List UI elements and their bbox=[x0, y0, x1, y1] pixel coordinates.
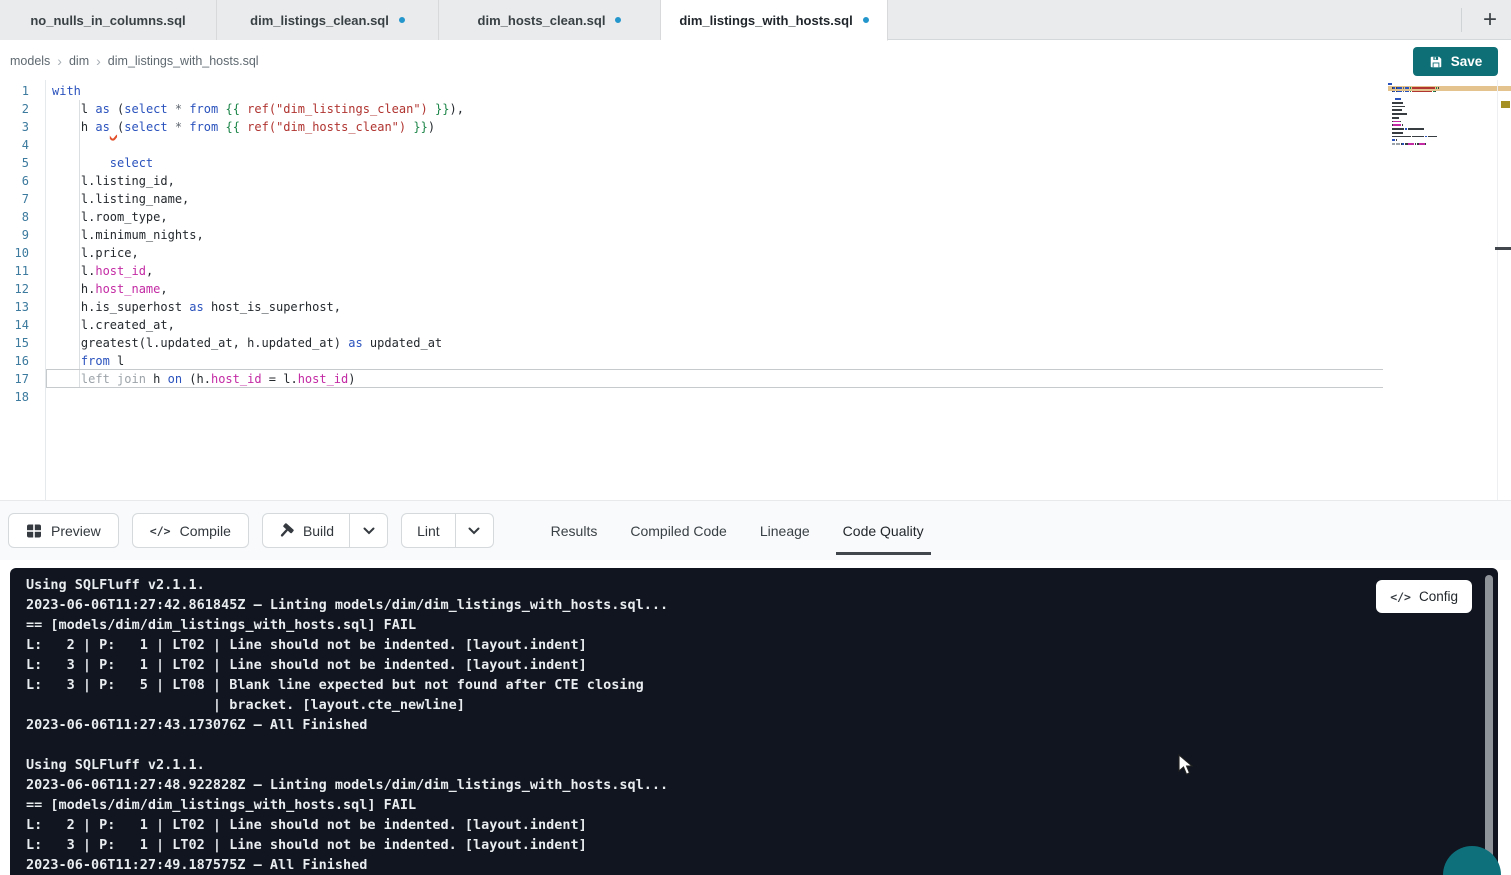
mouse-cursor bbox=[1178, 754, 1194, 776]
minimap[interactable] bbox=[1388, 83, 1466, 168]
lint-button[interactable]: Lint bbox=[402, 514, 455, 547]
breadcrumb-item-file[interactable]: dim_listings_with_hosts.sql bbox=[108, 54, 259, 68]
modified-dot-icon bbox=[399, 17, 405, 23]
terminal-scrollbar-thumb[interactable] bbox=[1485, 575, 1493, 868]
code-brackets-icon: </> bbox=[1390, 590, 1411, 604]
table-grid-icon bbox=[26, 523, 42, 539]
build-options-button[interactable] bbox=[349, 514, 387, 547]
breadcrumb-item-dim[interactable]: dim bbox=[69, 54, 89, 68]
build-button[interactable]: Build bbox=[263, 514, 349, 547]
lint-output-terminal[interactable]: Using SQLFluff v2.1.1. 2023-06-06T11:27:… bbox=[10, 568, 1498, 875]
chevron-right-icon: › bbox=[57, 53, 62, 69]
tab-compiled-code[interactable]: Compiled Code bbox=[630, 519, 727, 543]
chevron-right-icon: › bbox=[96, 53, 101, 69]
code-brackets-icon: </> bbox=[150, 524, 171, 538]
file-tab-label: dim_hosts_clean.sql bbox=[478, 13, 606, 28]
file-tab-no-nulls-in-columns[interactable]: no_nulls_in_columns.sql bbox=[0, 0, 217, 40]
file-tab-dim-listings-clean[interactable]: dim_listings_clean.sql bbox=[217, 0, 439, 40]
lint-label: Lint bbox=[417, 523, 440, 539]
build-split-button: Build bbox=[262, 513, 388, 548]
tab-results[interactable]: Results bbox=[551, 519, 598, 543]
breadcrumb-row: models › dim › dim_listings_with_hosts.s… bbox=[0, 41, 1511, 80]
tab-code-quality[interactable]: Code Quality bbox=[843, 519, 924, 543]
hammer-icon bbox=[278, 523, 294, 539]
floppy-disk-icon bbox=[1429, 55, 1443, 69]
new-tab-button[interactable]: + bbox=[1470, 0, 1510, 40]
file-tab-bar: no_nulls_in_columns.sql dim_listings_cle… bbox=[0, 0, 1511, 40]
preview-label: Preview bbox=[51, 523, 101, 539]
action-toolbar: Preview </> Compile Build bbox=[0, 500, 1511, 560]
chevron-down-icon bbox=[468, 527, 480, 535]
breadcrumb-item-models[interactable]: models bbox=[10, 54, 50, 68]
scrollbar-position-marker bbox=[1495, 247, 1511, 250]
save-button[interactable]: Save bbox=[1413, 47, 1498, 76]
ide-window: no_nulls_in_columns.sql dim_listings_cle… bbox=[0, 0, 1511, 875]
breadcrumb: models › dim › dim_listings_with_hosts.s… bbox=[10, 53, 259, 69]
chevron-down-icon bbox=[363, 527, 375, 535]
editor-scrollbar-track[interactable] bbox=[1497, 80, 1498, 500]
tab-bar-divider bbox=[1461, 8, 1462, 32]
compile-button[interactable]: </> Compile bbox=[132, 513, 249, 548]
file-tab-label: dim_listings_clean.sql bbox=[250, 13, 389, 28]
save-button-label: Save bbox=[1451, 54, 1483, 69]
build-label: Build bbox=[303, 523, 334, 539]
config-label: Config bbox=[1419, 589, 1458, 604]
file-tab-label: dim_listings_with_hosts.sql bbox=[679, 13, 852, 28]
lint-split-button: Lint bbox=[401, 513, 494, 548]
tab-lineage[interactable]: Lineage bbox=[760, 519, 810, 543]
compile-label: Compile bbox=[180, 523, 231, 539]
preview-button[interactable]: Preview bbox=[8, 513, 119, 548]
lint-options-button[interactable] bbox=[455, 514, 493, 547]
file-tab-label: no_nulls_in_columns.sql bbox=[30, 13, 185, 28]
panel-tab-bar: Results Compiled Code Lineage Code Quali… bbox=[551, 519, 924, 543]
lint-warning-marker bbox=[1501, 101, 1510, 108]
modified-dot-icon bbox=[863, 17, 869, 23]
file-tab-dim-hosts-clean[interactable]: dim_hosts_clean.sql bbox=[439, 0, 661, 40]
modified-dot-icon bbox=[615, 17, 621, 23]
code-editor[interactable]: 1with2 l as (select * from {{ ref("dim_l… bbox=[0, 80, 1511, 500]
file-tab-dim-listings-with-hosts[interactable]: dim_listings_with_hosts.sql bbox=[661, 0, 888, 41]
config-button[interactable]: </> Config bbox=[1376, 580, 1472, 613]
terminal-text: Using SQLFluff v2.1.1. 2023-06-06T11:27:… bbox=[10, 568, 1498, 875]
